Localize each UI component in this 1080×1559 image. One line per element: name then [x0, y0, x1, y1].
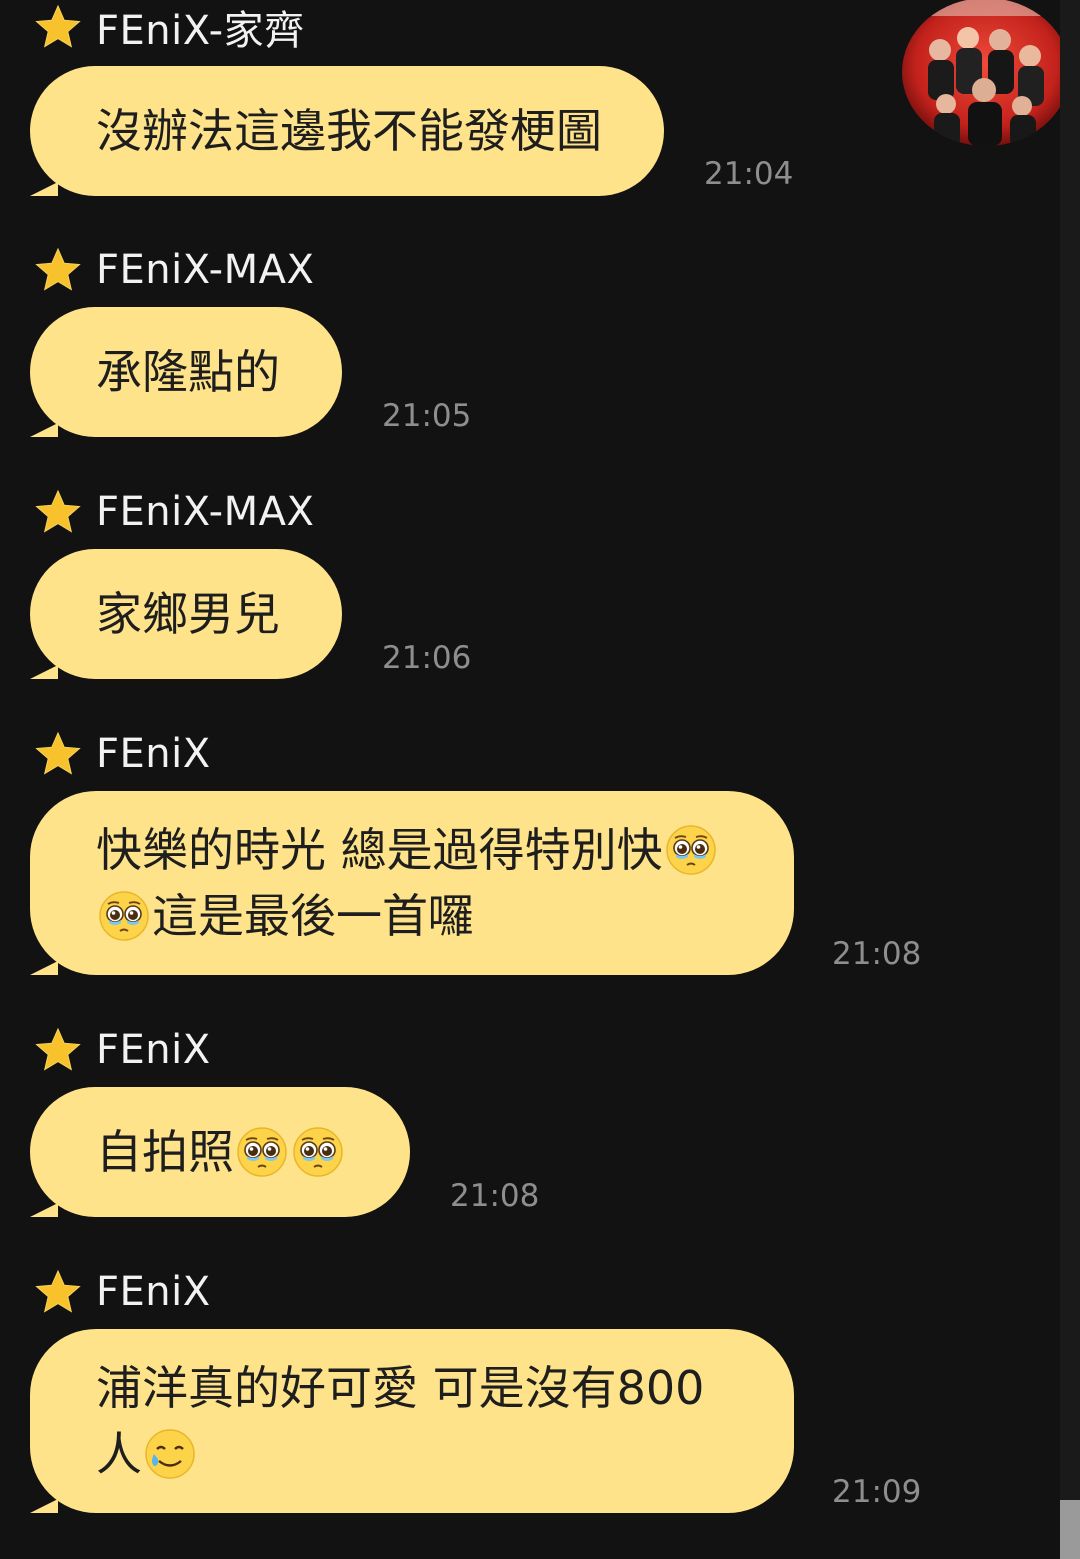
message-timestamp: 21:04 — [704, 156, 794, 192]
sender-row: FEniX — [34, 729, 211, 779]
message-text: 自拍照 — [96, 1125, 234, 1179]
message-line: 沒辦法這邊我不能發梗圖 — [96, 98, 602, 164]
bubble-tail — [30, 182, 58, 196]
sender-name[interactable]: FEniX-家齊 — [96, 0, 305, 56]
chat-avatar[interactable] — [902, 0, 1070, 146]
message-bubble-wrap: 家鄉男兒 — [30, 549, 342, 679]
message-timestamp: 21:08 — [450, 1178, 540, 1214]
pleading-face-icon — [293, 1127, 343, 1177]
bubble-tail — [30, 961, 58, 975]
group-photo-avatar-icon — [902, 0, 1070, 146]
bubble-tail — [30, 423, 58, 437]
sender-row: FEniX-MAX — [34, 487, 314, 537]
pleading-face-icon — [237, 1127, 287, 1177]
message-timestamp: 21:06 — [382, 640, 472, 676]
chat-log: FEniX-家齊沒辦法這邊我不能發梗圖 21:04 FEniX-MAX 承隆點的 21:… — [0, 0, 1060, 1559]
message-text: 快樂的時光 總是過得特別快 — [96, 823, 663, 877]
star-icon — [35, 247, 81, 291]
message-bubble[interactable]: 自拍照 — [30, 1087, 410, 1217]
scroll-thumb[interactable] — [1060, 1500, 1080, 1559]
message-bubble[interactable]: 承隆點的 — [30, 307, 342, 437]
message-bubble-wrap: 沒辦法這邊我不能發梗圖 — [30, 66, 664, 196]
message-line: 浦洋真的好可愛 可是沒有800 — [96, 1355, 730, 1421]
message-bubble-wrap: 浦洋真的好可愛 可是沒有800 人 — [30, 1329, 794, 1513]
message-text: 浦洋真的好可愛 可是沒有800 — [96, 1361, 705, 1415]
sender-name[interactable]: FEniX-MAX — [96, 247, 314, 293]
pleading-face-icon — [99, 891, 149, 941]
message-text: 這是最後一首囉 — [152, 889, 474, 943]
message-timestamp: 21:08 — [832, 936, 922, 972]
message-text: 人 — [96, 1427, 142, 1481]
bubble-tail — [30, 1499, 58, 1513]
bubble-tail — [30, 665, 58, 679]
sender-name[interactable]: FEniX — [96, 731, 211, 777]
message-line: 家鄉男兒 — [96, 581, 280, 647]
message-bubble-wrap: 快樂的時光 總是過得特別快這是最後一首囉 — [30, 791, 794, 975]
message-line: 人 — [96, 1421, 730, 1487]
star-icon — [35, 1027, 81, 1071]
message-text: 家鄉男兒 — [96, 587, 280, 641]
message-line: 承隆點的 — [96, 339, 280, 405]
message-bubble-wrap: 自拍照 — [30, 1087, 410, 1217]
message-bubble-wrap: 承隆點的 — [30, 307, 342, 437]
message-line: 自拍照 — [96, 1119, 346, 1185]
sender-name[interactable]: FEniX — [96, 1269, 211, 1315]
sender-name[interactable]: FEniX-MAX — [96, 489, 314, 535]
message-bubble[interactable]: 沒辦法這邊我不能發梗圖 — [30, 66, 664, 196]
message-text: 承隆點的 — [96, 345, 280, 399]
message-bubble[interactable]: 快樂的時光 總是過得特別快這是最後一首囉 — [30, 791, 794, 975]
message-line: 這是最後一首囉 — [96, 883, 730, 949]
scrollbar[interactable] — [1060, 0, 1080, 1559]
sender-row: FEniX — [34, 1267, 211, 1317]
message-timestamp: 21:09 — [832, 1474, 922, 1510]
sender-row: FEniX — [34, 1025, 211, 1075]
sender-row: FEniX-MAX — [34, 245, 314, 295]
sender-name[interactable]: FEniX — [96, 1027, 211, 1073]
message-text: 沒辦法這邊我不能發梗圖 — [96, 104, 602, 158]
bubble-tail — [30, 1203, 58, 1217]
smiling-face-with-tear-icon — [145, 1429, 195, 1479]
message-bubble[interactable]: 家鄉男兒 — [30, 549, 342, 679]
message-timestamp: 21:05 — [382, 398, 472, 434]
sender-row: FEniX-家齊 — [34, 2, 305, 54]
star-icon — [35, 731, 81, 775]
star-icon — [35, 4, 81, 48]
star-icon — [35, 489, 81, 533]
message-line: 快樂的時光 總是過得特別快 — [96, 817, 730, 883]
message-bubble[interactable]: 浦洋真的好可愛 可是沒有800 人 — [30, 1329, 794, 1513]
pleading-face-icon — [665, 825, 716, 875]
star-icon — [35, 1269, 81, 1313]
